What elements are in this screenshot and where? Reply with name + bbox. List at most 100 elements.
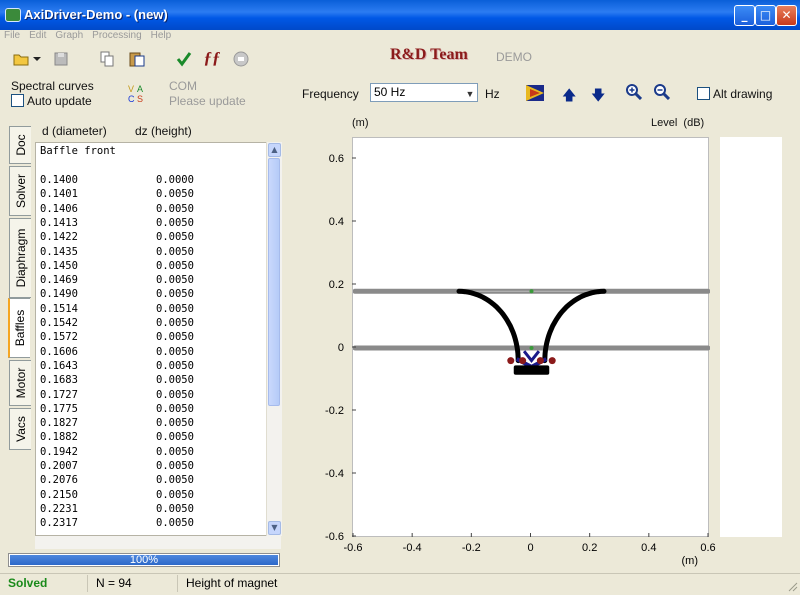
diameter-value: 0.2150 <box>40 488 78 501</box>
list-item[interactable]: 0.1422 0.0050 <box>40 230 194 244</box>
stop-icon[interactable] <box>232 51 250 67</box>
menu-edit[interactable]: Edit <box>25 30 51 42</box>
height-value: 0.0050 <box>156 274 194 287</box>
copy-icon[interactable] <box>98 51 116 67</box>
menu-processing[interactable]: Processing <box>88 30 146 42</box>
baffle-list[interactable]: Baffle front 0.1400 0.0000 0.1401 0.0050 0.1… <box>35 142 267 536</box>
tab-doc[interactable]: Doc <box>9 126 31 164</box>
list-item[interactable]: 0.2076 0.0050 <box>40 473 194 487</box>
height-value: 0.0050 <box>156 502 194 515</box>
height-value: 0.0050 <box>156 374 194 387</box>
tab-vacs[interactable]: Vacs <box>9 408 31 450</box>
list-item[interactable]: 0.1469 0.0050 <box>40 273 194 287</box>
x-tick-label: 0.4 <box>641 542 656 554</box>
save-icon[interactable] <box>52 51 70 67</box>
menu-graph[interactable]: Graph <box>51 30 88 42</box>
alt-drawing-label: Alt drawing <box>713 87 773 101</box>
list-item[interactable]: 0.1400 0.0000 <box>40 173 194 187</box>
y-tick-label: -0.4 <box>325 468 344 480</box>
list-item[interactable]: 0.1572 0.0050 <box>40 330 194 344</box>
tab-solver-label: Solver <box>13 173 28 209</box>
auto-update-box[interactable] <box>11 94 24 107</box>
zoom-out-icon[interactable] <box>654 84 671 101</box>
list-item[interactable]: 0.1450 0.0050 <box>40 259 194 273</box>
check-icon[interactable] <box>175 51 193 67</box>
open-folder-icon[interactable] <box>12 51 42 67</box>
arrow-down-icon[interactable]: 🡇 <box>591 85 605 109</box>
menu-help[interactable]: Help <box>147 30 177 42</box>
frequency-label: Frequency <box>302 87 359 101</box>
menu-file[interactable]: File <box>0 30 25 42</box>
diameter-value: 0.1606 <box>40 345 78 358</box>
spectral-curves-label: Spectral curves <box>11 79 94 93</box>
list-item[interactable]: 0.1413 0.0050 <box>40 216 194 230</box>
y-axis-unit: (m) <box>352 117 369 129</box>
resize-grip-icon[interactable] <box>786 580 798 592</box>
function-icon[interactable]: ƒƒ <box>203 48 221 67</box>
diameter-value: 0.1683 <box>40 374 78 387</box>
vertical-scrollbar[interactable]: ▲ ▼ <box>266 142 282 536</box>
horizontal-scrollbar[interactable] <box>35 536 281 549</box>
tab-diaphragm[interactable]: Diaphragm <box>9 218 31 298</box>
list-item[interactable]: 0.1882 0.0050 <box>40 430 194 444</box>
list-item[interactable]: 0.1435 0.0050 <box>40 245 194 259</box>
minimize-button[interactable]: _ <box>734 5 755 26</box>
list-item[interactable]: 0.2007 0.0050 <box>40 459 194 473</box>
y-tick-label: 0.2 <box>329 279 344 291</box>
svg-text:C: C <box>128 94 135 103</box>
brand-label: R&D Team <box>390 46 468 63</box>
level-label: Level (dB) <box>651 117 705 129</box>
diameter-value: 0.1643 <box>40 359 78 372</box>
scroll-thumb[interactable] <box>268 158 280 406</box>
alt-drawing-checkbox[interactable]: Alt drawing <box>697 87 772 101</box>
list-item[interactable]: 0.1942 0.0050 <box>40 445 194 459</box>
svg-text:V: V <box>128 84 134 94</box>
maximize-button[interactable]: □ <box>755 5 776 26</box>
tab-baffles[interactable]: Baffles <box>8 298 30 358</box>
scroll-up-icon[interactable]: ▲ <box>268 143 281 157</box>
list-item[interactable]: 0.1401 0.0050 <box>40 187 194 201</box>
alt-drawing-box[interactable] <box>697 87 710 100</box>
list-item[interactable]: 0.1606 0.0050 <box>40 345 194 359</box>
list-item[interactable]: 0.1643 0.0050 <box>40 359 194 373</box>
diameter-value: 0.1450 <box>40 259 78 272</box>
list-item[interactable]: 0.1542 0.0050 <box>40 316 194 330</box>
svg-text:S: S <box>137 94 143 103</box>
paste-icon[interactable] <box>128 51 146 67</box>
diameter-value: 0.1827 <box>40 417 78 430</box>
title-bar[interactable]: AxiDriver-Demo - (new) _ □ ✕ <box>0 0 800 30</box>
list-item[interactable]: 0.1683 0.0050 <box>40 373 194 387</box>
list-item[interactable]: 0.1827 0.0050 <box>40 416 194 430</box>
height-value: 0.0000 <box>156 174 194 186</box>
frequency-select[interactable]: 50 Hz ▼ <box>370 83 478 102</box>
list-item[interactable]: 0.1490 0.0050 <box>40 287 194 301</box>
chevron-down-icon[interactable]: ▼ <box>465 86 475 99</box>
list-item[interactable]: 0.2150 0.0050 <box>40 488 194 502</box>
list-item[interactable]: 0.2317 0.0050 <box>40 516 194 530</box>
list-item[interactable]: 0.1727 0.0050 <box>40 388 194 402</box>
vacs-icon[interactable]: VACS <box>128 83 148 104</box>
arrow-up-icon[interactable]: 🡅 <box>562 85 576 109</box>
tab-solver[interactable]: Solver <box>9 166 31 216</box>
window-title: AxiDriver-Demo - (new) <box>24 7 168 22</box>
x-axis-unit: (m) <box>682 555 699 567</box>
tab-motor[interactable]: Motor <box>9 360 31 406</box>
x-tick-label: 0 <box>527 542 533 554</box>
list-item[interactable]: 0.1514 0.0050 <box>40 302 194 316</box>
list-item[interactable]: 0.1406 0.0050 <box>40 202 194 216</box>
close-button[interactable]: ✕ <box>776 5 797 26</box>
list-item[interactable]: 0.1775 0.0050 <box>40 402 194 416</box>
color-scale-icon[interactable] <box>526 85 544 101</box>
height-value: 0.0050 <box>156 331 194 344</box>
level-bar <box>720 137 782 537</box>
svg-text:A: A <box>137 84 143 94</box>
scroll-down-icon[interactable]: ▼ <box>268 521 281 535</box>
auto-update-checkbox[interactable]: Auto update <box>11 94 92 108</box>
height-value: 0.0050 <box>156 259 194 272</box>
tab-motor-label: Motor <box>13 367 28 399</box>
status-bar: Solved N = 94 Height of magnet <box>0 573 800 594</box>
x-tick-label: 0.2 <box>582 542 597 554</box>
list-item[interactable]: 0.2231 0.0050 <box>40 502 194 516</box>
height-value: 0.0050 <box>156 202 194 215</box>
zoom-in-icon[interactable] <box>626 84 643 101</box>
